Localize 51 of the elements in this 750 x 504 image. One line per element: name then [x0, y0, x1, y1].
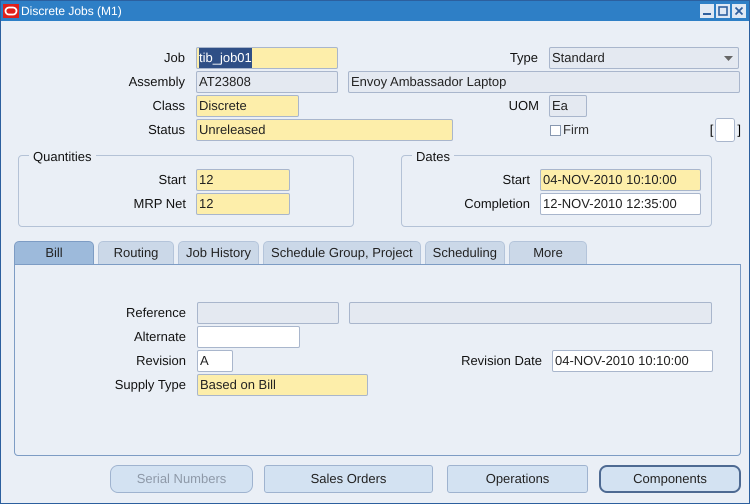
text-field[interactable]: 04-NOV-2010 10:10:00	[540, 169, 701, 191]
field-label: Type	[510, 49, 538, 68]
text-field[interactable]: A	[197, 350, 233, 372]
field-label: Reference	[126, 304, 186, 322]
minimize-icon[interactable]	[700, 4, 714, 18]
text-field[interactable]: 12	[196, 169, 290, 191]
field-label: Alternate	[134, 328, 186, 346]
field-label: Start	[502, 171, 530, 190]
field-label: Revision Date	[461, 352, 542, 370]
bracket: ]	[737, 121, 741, 140]
window-title: Discrete Jobs (M1)	[21, 3, 122, 20]
text-field[interactable]: Based on Bill	[197, 374, 368, 396]
field-label: Start	[158, 171, 186, 190]
action-button[interactable]: Operations	[447, 465, 588, 493]
action-button[interactable]: Components	[599, 465, 741, 493]
text-field[interactable]: 12	[196, 193, 290, 215]
text-field[interactable]: Envoy Ambassador Laptop	[348, 71, 740, 93]
field-label: Revision	[136, 352, 186, 370]
dropdown-caret-icon	[724, 56, 733, 60]
field-label: UOM	[508, 97, 539, 116]
field-label: Job	[164, 49, 185, 68]
text-field[interactable]	[197, 326, 300, 348]
close-icon[interactable]	[732, 4, 746, 18]
field-label: Assembly	[128, 73, 185, 92]
text-field[interactable]	[349, 302, 712, 324]
text-field[interactable]	[197, 302, 339, 324]
text-field[interactable]: Unreleased	[196, 119, 453, 141]
tab[interactable]: More	[509, 241, 587, 264]
field-label: MRP Net	[134, 195, 186, 214]
text-field[interactable]: tib_job01	[196, 47, 338, 69]
text-field[interactable]: 12-NOV-2010 12:35:00	[540, 193, 701, 215]
dropdown-field[interactable]: Standard	[549, 47, 739, 69]
text-field[interactable]: Discrete	[196, 95, 299, 117]
text-field[interactable]	[715, 118, 736, 142]
text-field[interactable]: 04-NOV-2010 10:10:00	[552, 350, 713, 372]
text-field[interactable]: AT23808	[196, 71, 338, 93]
tab[interactable]: Bill	[14, 241, 94, 264]
app-logo-icon	[3, 4, 19, 18]
tab[interactable]: Routing	[98, 241, 174, 264]
maximize-icon[interactable]	[716, 4, 730, 18]
text-field[interactable]: Ea	[549, 95, 587, 117]
field-label: Status	[148, 121, 185, 140]
field-label: Completion	[464, 195, 530, 214]
bracket: [	[710, 121, 714, 140]
firm-checkbox[interactable]: Firm	[550, 120, 589, 140]
action-button[interactable]: Sales Orders	[264, 465, 433, 493]
tab[interactable]: Scheduling	[424, 241, 505, 264]
field-label: Supply Type	[114, 376, 186, 394]
tab[interactable]: Job History	[178, 241, 260, 264]
tab[interactable]: Schedule Group, Project	[263, 241, 421, 264]
field-label: Class	[152, 97, 185, 116]
